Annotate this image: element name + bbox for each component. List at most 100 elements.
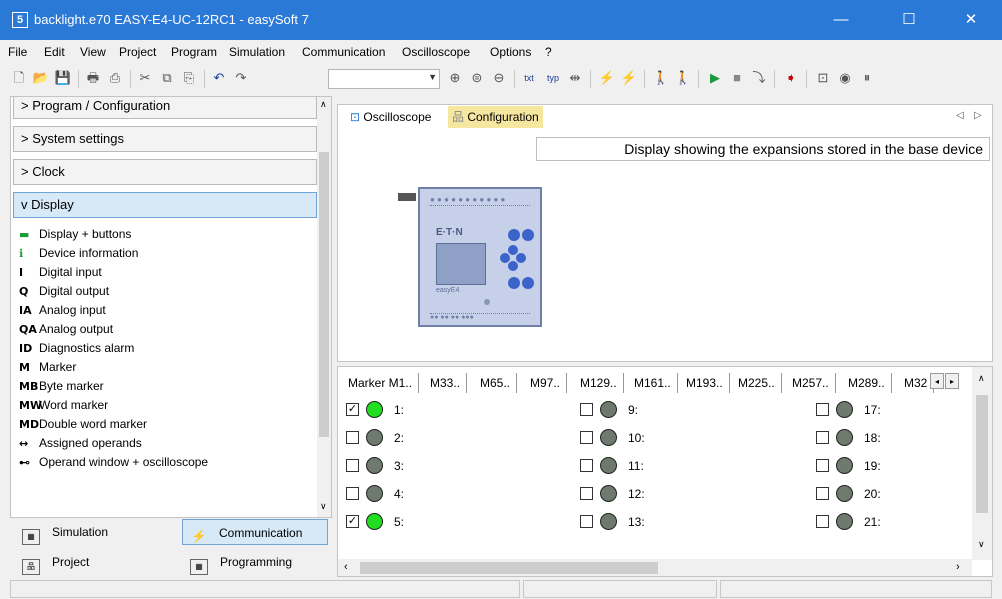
tab-scroll-right-icon[interactable]: ▷	[974, 110, 982, 121]
person-icon[interactable]: 🚶	[652, 69, 670, 87]
tab-marker-group[interactable]: M129..	[574, 373, 624, 393]
device-button-down[interactable]	[508, 261, 518, 271]
save-icon[interactable]: 💾	[54, 69, 72, 87]
scroll-down-icon[interactable]: ∨	[320, 501, 327, 512]
marker-checkbox[interactable]	[816, 487, 829, 500]
tab-communication[interactable]: ⚡ Communication	[182, 519, 328, 545]
tab-marker-m1[interactable]: Marker M1..	[342, 373, 420, 393]
tree-item-double-word-marker[interactable]: MDDouble word marker	[19, 415, 147, 433]
section-program-configuration[interactable]: > Program / Configuration	[13, 97, 317, 119]
redo-icon[interactable]: ↷	[232, 69, 250, 87]
cut-icon[interactable]: ✂	[136, 69, 154, 87]
section-system-settings[interactable]: > System settings	[13, 126, 317, 152]
text-icon[interactable]: txt	[520, 69, 538, 87]
section-clock[interactable]: > Clock	[13, 159, 317, 185]
menu-program[interactable]: Program	[171, 45, 217, 59]
minimize-button[interactable]: —	[818, 0, 864, 40]
device-button-right[interactable]	[516, 253, 526, 263]
marker-checkbox[interactable]	[346, 431, 359, 444]
marker-vscrollbar[interactable]: ∧ ∨	[972, 367, 992, 560]
tree-item-digital-output[interactable]: Q Digital output	[19, 282, 109, 300]
marker-checkbox[interactable]	[580, 487, 593, 500]
tab-marker-group[interactable]: M257..	[786, 373, 836, 393]
tree-item-marker[interactable]: M Marker	[19, 358, 76, 376]
tree-item-analog-input[interactable]: IA Analog input	[19, 301, 106, 319]
menu-options[interactable]: Options	[490, 45, 531, 59]
step-icon[interactable]: ⤵	[750, 69, 768, 87]
open-folder-icon[interactable]: 📂	[32, 69, 50, 87]
zoom-in-icon[interactable]: ⊕	[446, 69, 464, 87]
pause-icon[interactable]: ⏸	[858, 69, 876, 87]
collapse-expansions-button[interactable]	[398, 193, 416, 201]
toolbar-dropdown[interactable]: ▼	[328, 69, 440, 89]
tab-marker-group[interactable]: M161..	[628, 373, 678, 393]
marker-hscroll-thumb[interactable]	[360, 562, 658, 574]
print-preview-icon[interactable]: ⎙	[106, 69, 124, 87]
tab-project[interactable]: 品 Project	[22, 549, 89, 575]
marker-tab-scroll-right[interactable]: ▸	[945, 373, 959, 389]
device-button-alt[interactable]	[508, 277, 520, 289]
tab-marker-group[interactable]: M193..	[680, 373, 730, 393]
tab-marker-group[interactable]: M97..	[524, 373, 568, 393]
menu-help[interactable]: ?	[545, 45, 552, 59]
tree-item-analog-output[interactable]: QA Analog output	[19, 320, 113, 338]
new-file-icon[interactable]: 🗋	[10, 69, 28, 87]
marker-scroll-up-icon[interactable]: ∧	[978, 373, 985, 384]
copy-icon[interactable]: ⧉	[158, 69, 176, 87]
marker-tab-scroll-left[interactable]: ◂	[930, 373, 944, 389]
device-button-esc[interactable]	[508, 229, 520, 241]
marker-checkbox[interactable]	[580, 431, 593, 444]
tab-scroll-left-icon[interactable]: ◁	[956, 110, 964, 121]
tab-marker-group[interactable]: M33..	[424, 373, 468, 393]
tab-marker-group[interactable]: M225..	[732, 373, 782, 393]
menu-view[interactable]: View	[80, 45, 106, 59]
tab-marker-group[interactable]: M65..	[474, 373, 518, 393]
tree-item-byte-marker[interactable]: MBByte marker	[19, 377, 104, 395]
tree-item-word-marker[interactable]: MWWord marker	[19, 396, 108, 414]
sidebar-scrollbar[interactable]: ∧ ∨	[317, 97, 331, 517]
close-button[interactable]: ✕	[948, 0, 994, 40]
zoom-out-icon[interactable]: ⊖	[490, 69, 508, 87]
section-display[interactable]: v Display	[13, 192, 317, 218]
app-icon[interactable]: 5	[12, 12, 28, 28]
run-icon[interactable]: ▶	[706, 69, 724, 87]
person-stop-icon[interactable]: 🚶	[674, 69, 692, 87]
connect-icon[interactable]: ⚡	[598, 69, 616, 87]
menu-oscilloscope[interactable]: Oscilloscope	[402, 45, 470, 59]
maximize-button[interactable]: ☐	[886, 0, 932, 40]
menu-project[interactable]: Project	[119, 45, 156, 59]
marker-checkbox[interactable]	[346, 459, 359, 472]
tab-programming[interactable]: ▦ Programming	[182, 549, 292, 575]
marker-vscroll-thumb[interactable]	[976, 395, 988, 513]
marker-checkbox[interactable]	[580, 515, 593, 528]
marker-checkbox[interactable]	[580, 459, 593, 472]
marker-scroll-down-icon[interactable]: ∨	[978, 539, 985, 550]
marker-checkbox[interactable]	[816, 459, 829, 472]
tree-item-operand-window-oscilloscope[interactable]: ⊷ Operand window + oscilloscope	[19, 453, 208, 471]
tab-oscilloscope[interactable]: ⊡ Oscilloscope	[346, 106, 435, 128]
device-button-ok[interactable]	[522, 277, 534, 289]
undo-icon[interactable]: ↶	[210, 69, 228, 87]
marker-checkbox[interactable]	[346, 487, 359, 500]
record-icon[interactable]: ◉	[836, 69, 854, 87]
marker-hscrollbar[interactable]: ‹ ›	[338, 559, 972, 576]
stop-icon[interactable]: ■	[728, 69, 746, 87]
zoom-reset-icon[interactable]: ⊜	[468, 69, 486, 87]
type-icon[interactable]: typ	[544, 69, 562, 87]
tree-item-assigned-operands[interactable]: ↔ Assigned operands	[19, 434, 142, 452]
marker-checkbox[interactable]	[580, 403, 593, 416]
marker-checkbox[interactable]	[816, 515, 829, 528]
tab-marker-group[interactable]: M32	[898, 373, 935, 393]
menu-simulation[interactable]: Simulation	[229, 45, 285, 59]
oscilloscope-icon[interactable]: ⊡	[814, 69, 832, 87]
tab-simulation[interactable]: ▦ Simulation	[22, 519, 108, 545]
print-icon[interactable]: 🖶	[84, 69, 102, 87]
fit-width-icon[interactable]: ⇹	[566, 69, 584, 87]
device-button-del[interactable]	[522, 229, 534, 241]
tree-item-device-information[interactable]: ℹ Device information	[19, 244, 138, 262]
menu-communication[interactable]: Communication	[302, 45, 385, 59]
sidebar-scroll-thumb[interactable]	[319, 152, 329, 437]
tab-marker-group[interactable]: M289..	[842, 373, 892, 393]
marker-scroll-right-icon[interactable]: ›	[956, 561, 960, 573]
menu-file[interactable]: File	[8, 45, 27, 59]
